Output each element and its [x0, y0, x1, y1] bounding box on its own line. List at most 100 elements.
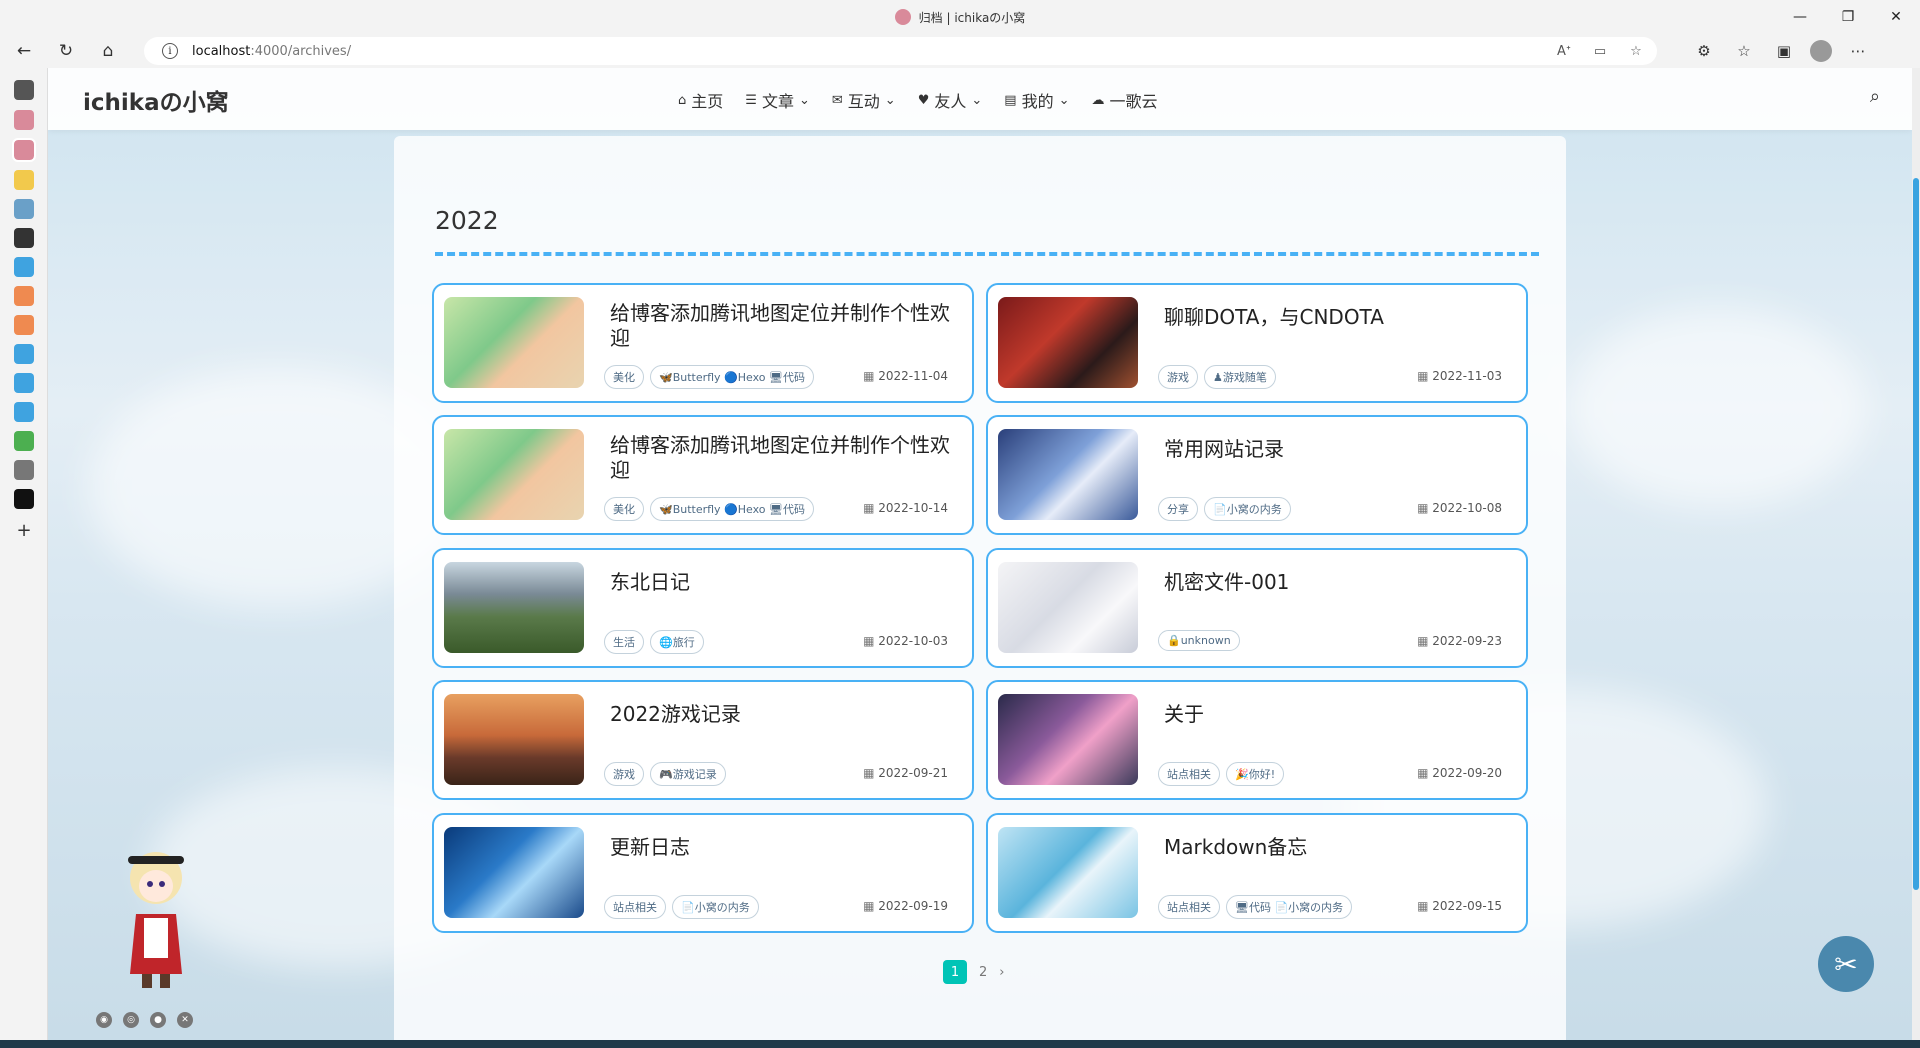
post-thumbnail[interactable]: [444, 562, 584, 653]
profile-avatar[interactable]: [1810, 40, 1832, 62]
post-thumbnail[interactable]: [998, 694, 1138, 785]
post-title[interactable]: 机密文件-001: [1164, 570, 1504, 595]
tab-a-icon[interactable]: [14, 257, 34, 277]
page-scrollbar[interactable]: [1912, 68, 1920, 1040]
post-thumbnail[interactable]: [998, 429, 1138, 520]
menu-item-articles[interactable]: ☰ 文章 ⌄: [745, 88, 810, 112]
post-tag[interactable]: 🎮游戏记录: [650, 762, 726, 786]
menu-item-home[interactable]: ⌂ 主页: [678, 88, 723, 112]
post-category[interactable]: 生活: [604, 630, 644, 654]
post-category[interactable]: 站点相关: [604, 895, 666, 919]
tab-m-icon[interactable]: [14, 489, 34, 509]
favorites-icon[interactable]: ☆: [1730, 37, 1758, 65]
post-thumbnail[interactable]: [444, 429, 584, 520]
back-icon[interactable]: ←: [6, 36, 42, 66]
post-category[interactable]: 美化: [604, 365, 644, 389]
tab-link2-icon[interactable]: [14, 315, 34, 335]
close-icon[interactable]: ✕: [1872, 0, 1920, 34]
post-thumbnail[interactable]: [998, 827, 1138, 918]
post-tag[interactable]: 📄小窝の内务: [1204, 497, 1291, 521]
tab-cloud-icon[interactable]: [14, 344, 34, 364]
camera-icon[interactable]: ◎: [123, 1012, 139, 1028]
post-thumbnail[interactable]: [444, 297, 584, 388]
add-tab-icon[interactable]: +: [14, 520, 34, 541]
post-card[interactable]: 给博客添加腾讯地图定位并制作个性欢迎 美化 🦋Butterfly 🔵Hexo 🖥代…: [432, 415, 974, 535]
refresh-icon[interactable]: ↻: [48, 36, 84, 66]
site-logo[interactable]: ichikaの小窝: [83, 83, 229, 117]
post-thumbnail[interactable]: [998, 562, 1138, 653]
post-card[interactable]: Markdown备忘 站点相关🖥代码 📄小窝の内务 2022-09-15: [986, 813, 1528, 933]
post-title[interactable]: 聊聊DOTA，与CNDOTA: [1164, 305, 1504, 330]
post-tag[interactable]: 🔒unknown: [1158, 630, 1240, 651]
post-category[interactable]: 游戏: [1158, 365, 1198, 389]
post-tag[interactable]: ♟游戏随笔: [1204, 365, 1276, 389]
post-card[interactable]: 东北日记 生活🌐旅行 2022-10-03: [432, 548, 974, 668]
post-tag[interactable]: 🦋Butterfly 🔵Hexo 🖥代码: [650, 497, 814, 521]
post-title[interactable]: 给博客添加腾讯地图定位并制作个性欢迎: [610, 433, 950, 483]
post-card[interactable]: 给博客添加腾讯地图定位并制作个性欢迎 美化 🦋Butterfly 🔵Hexo 🖥代…: [432, 283, 974, 403]
post-title[interactable]: 常用网站记录: [1164, 437, 1504, 462]
tab-link-icon[interactable]: [14, 286, 34, 306]
minimize-icon[interactable]: —: [1776, 0, 1824, 34]
post-category[interactable]: 游戏: [604, 762, 644, 786]
bilibili-icon[interactable]: [14, 373, 34, 393]
post-category[interactable]: 站点相关: [1158, 895, 1220, 919]
post-card[interactable]: 常用网站记录 分享📄小窝の内务 2022-10-08: [986, 415, 1528, 535]
post-title[interactable]: 东北日记: [610, 570, 950, 595]
tab-site-active-icon[interactable]: [12, 138, 36, 162]
tab-bt-icon[interactable]: [14, 460, 34, 480]
chevron-right-icon[interactable]: ›: [999, 965, 1004, 980]
post-category[interactable]: 美化: [604, 497, 644, 521]
read-aloud-icon[interactable]: Aᐩ: [1553, 44, 1575, 59]
post-card[interactable]: 关于 站点相关🎉你好! 2022-09-20: [986, 680, 1528, 800]
page-link[interactable]: 2: [979, 965, 987, 980]
post-card[interactable]: 聊聊DOTA，与CNDOTA 游戏♟游戏随笔 2022-11-03: [986, 283, 1528, 403]
menu-item-mine[interactable]: ▤ 我的 ⌄: [1004, 88, 1069, 112]
live2d-mascot[interactable]: [106, 834, 216, 994]
post-tag[interactable]: 🎉你好!: [1226, 762, 1285, 786]
immersive-reader-icon[interactable]: ▭: [1589, 44, 1611, 59]
post-tag[interactable]: 📄小窝の内务: [672, 895, 759, 919]
post-tag[interactable]: 🌐旅行: [650, 630, 704, 654]
url-field[interactable]: i localhost:4000/archives/ Aᐩ ▭ ☆: [144, 37, 1657, 65]
user-icon[interactable]: ◉: [96, 1012, 112, 1028]
bilibili2-icon[interactable]: [14, 402, 34, 422]
scrollbar-thumb[interactable]: [1913, 178, 1919, 890]
more-icon[interactable]: ⋯: [1844, 37, 1872, 65]
post-card[interactable]: 机密文件-001 🔒unknown 2022-09-23: [986, 548, 1528, 668]
github-icon[interactable]: [14, 228, 34, 248]
menu-item-friends[interactable]: ♥ 友人 ⌄: [918, 88, 983, 112]
post-tag[interactable]: 🦋Butterfly 🔵Hexo 🖥代码: [650, 365, 814, 389]
page-current[interactable]: 1: [943, 960, 967, 984]
tab-shield-icon[interactable]: [14, 431, 34, 451]
post-thumbnail[interactable]: [444, 694, 584, 785]
post-title[interactable]: 给博客添加腾讯地图定位并制作个性欢迎: [610, 301, 950, 351]
post-thumbnail[interactable]: [998, 297, 1138, 388]
post-title[interactable]: 2022游戏记录: [610, 702, 950, 727]
tab-site-icon[interactable]: [14, 110, 34, 130]
home-icon[interactable]: ⌂: [90, 36, 126, 66]
search-icon[interactable]: ⌕: [1870, 86, 1880, 107]
extensions-icon[interactable]: ⚙: [1690, 37, 1718, 65]
post-title[interactable]: 更新日志: [610, 835, 950, 860]
github-icon[interactable]: ●: [150, 1012, 166, 1028]
post-thumbnail[interactable]: [444, 827, 584, 918]
post-category[interactable]: 站点相关: [1158, 762, 1220, 786]
tools-button[interactable]: ✂: [1818, 936, 1874, 992]
site-info-icon[interactable]: i: [162, 43, 178, 59]
post-category[interactable]: 分享: [1158, 497, 1198, 521]
menu-item-interact[interactable]: ✉ 互动 ⌄: [832, 88, 896, 112]
collections-icon[interactable]: ▣: [1770, 37, 1798, 65]
favorite-icon[interactable]: ☆: [1625, 44, 1647, 59]
post-tag[interactable]: 🖥代码 📄小窝の内务: [1226, 895, 1353, 919]
close-icon[interactable]: ✕: [177, 1012, 193, 1028]
tab-actions-icon[interactable]: [14, 80, 34, 100]
post-card[interactable]: 2022游戏记录 游戏🎮游戏记录 2022-09-21: [432, 680, 974, 800]
post-card[interactable]: 更新日志 站点相关📄小窝の内务 2022-09-19: [432, 813, 974, 933]
tab-chart-icon[interactable]: [14, 199, 34, 219]
post-title[interactable]: 关于: [1164, 702, 1504, 727]
menu-item-music[interactable]: ☁ 一歌云: [1091, 88, 1157, 112]
tab-yellow-icon[interactable]: [14, 170, 34, 190]
restore-icon[interactable]: ❐: [1824, 0, 1872, 34]
post-title[interactable]: Markdown备忘: [1164, 835, 1504, 860]
